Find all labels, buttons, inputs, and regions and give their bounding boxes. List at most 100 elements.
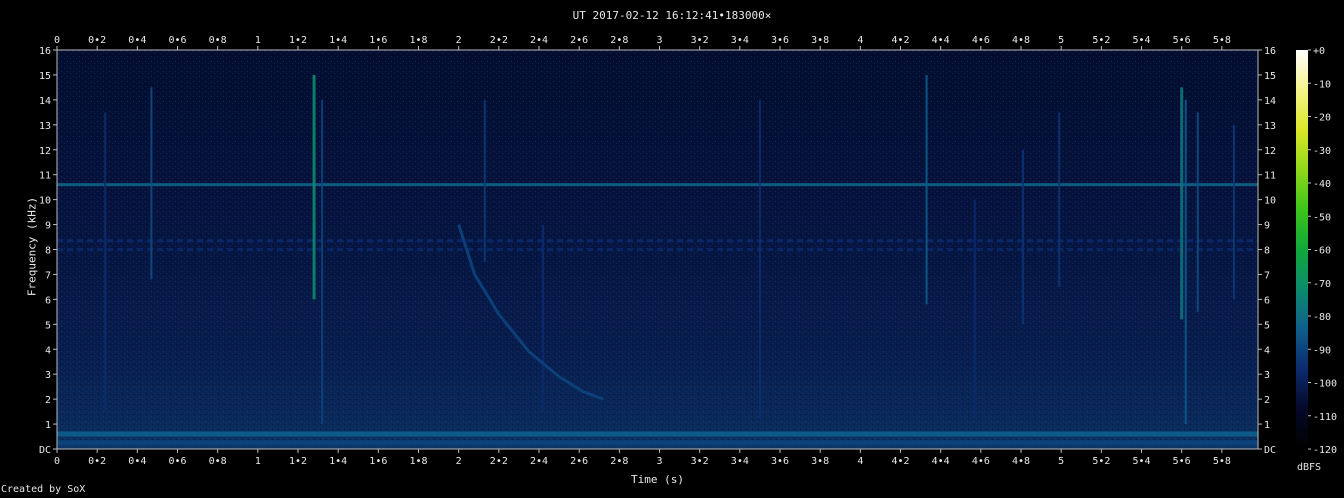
y-tick-label-left: 16 (39, 46, 51, 57)
y-tick-label-right: 1 (1264, 420, 1270, 431)
colorbar-tick-label: -120 (1313, 445, 1337, 456)
y-tick-label-right: 3 (1264, 370, 1270, 381)
y-tick-label-left: 10 (39, 196, 51, 207)
x-tick-label-top: 3•6 (771, 35, 789, 46)
x-tick-label-bottom: 5•4 (1132, 456, 1150, 467)
x-tick-label-bottom: 3•6 (771, 456, 789, 467)
x-tick-label-top: 0•4 (128, 35, 146, 46)
colorbar-tick-label: -30 (1313, 146, 1331, 157)
y-tick-label-right: 10 (1264, 196, 1276, 207)
colorbar-tick-label: -50 (1313, 212, 1331, 223)
y-tick-label-right: 2 (1264, 395, 1270, 406)
colorbar-tick-label: -110 (1313, 412, 1337, 423)
x-tick-label-top: 3•4 (731, 35, 749, 46)
x-tick-label-bottom: 3 (656, 456, 662, 467)
x-tick-label-top: 1 (255, 35, 261, 46)
x-tick-label-top: 3•8 (811, 35, 829, 46)
x-tick-label-bottom: 1 (255, 456, 261, 467)
y-tick-label-right: DC (1264, 445, 1276, 456)
x-tick-label-bottom: 5 (1058, 456, 1064, 467)
x-tick-label-bottom: 4 (857, 456, 863, 467)
x-tick-label-bottom: 0•2 (88, 456, 106, 467)
x-tick-label-bottom: 1•2 (289, 456, 307, 467)
y-tick-label-left: DC (39, 445, 51, 456)
x-tick-label-top: 4•4 (932, 35, 950, 46)
x-tick-label-bottom: 3•4 (731, 456, 749, 467)
x-tick-label-bottom: 3•2 (691, 456, 709, 467)
colorbar-tick-label: -80 (1313, 312, 1331, 323)
colorbar-tick-label: -10 (1313, 79, 1331, 90)
x-tick-label-top: 2•4 (530, 35, 548, 46)
x-tick-label-bottom: 0•8 (209, 456, 227, 467)
x-tick-label-top: 5•8 (1213, 35, 1231, 46)
x-tick-label-top: 5•4 (1132, 35, 1150, 46)
y-tick-label-right: 7 (1264, 270, 1270, 281)
x-tick-label-top: 0•8 (209, 35, 227, 46)
y-tick-label-right: 5 (1264, 320, 1270, 331)
y-tick-label-left: 4 (45, 345, 51, 356)
y-tick-label-left: 7 (45, 270, 51, 281)
chart-title: UT 2017-02-12 16:12:41•183000× (572, 9, 772, 22)
x-tick-label-bottom: 2•4 (530, 456, 548, 467)
y-tick-label-left: 13 (39, 121, 51, 132)
y-tick-label-right: 16 (1264, 46, 1276, 57)
y-tick-label-right: 8 (1264, 246, 1270, 257)
y-tick-label-right: 13 (1264, 121, 1276, 132)
colorbar-tick-label: -70 (1313, 279, 1331, 290)
spectrogram-chart: 000•20•20•40•40•60•60•80•8111•21•21•41•4… (39, 35, 1337, 467)
y-tick-label-right: 12 (1264, 146, 1276, 157)
x-tick-label-top: 2•2 (490, 35, 508, 46)
x-tick-label-bottom: 3•8 (811, 456, 829, 467)
x-tick-label-top: 4•2 (891, 35, 909, 46)
x-tick-label-bottom: 1•4 (329, 456, 347, 467)
colorbar-tick-label: -40 (1313, 179, 1331, 190)
y-tick-label-right: 9 (1264, 221, 1270, 232)
x-tick-label-bottom: 1•6 (369, 456, 387, 467)
y-tick-label-right: 15 (1264, 71, 1276, 82)
colorbar: +0 -10 -20 -30 -40 -50 -60 -70 -80 -90 -100 -110 -12… (1296, 46, 1337, 456)
credit-text: Created by SoX (1, 484, 86, 495)
x-tick-label-bottom: 0 (54, 456, 60, 467)
y-tick-label-right: 4 (1264, 345, 1270, 356)
x-tick-label-top: 1•6 (369, 35, 387, 46)
x-tick-label-top: 2•8 (610, 35, 628, 46)
x-tick-label-top: 3 (656, 35, 662, 46)
y-tick-label-left: 3 (45, 370, 51, 381)
x-tick-label-top: 4•8 (1012, 35, 1030, 46)
x-tick-label-top: 3•2 (691, 35, 709, 46)
x-tick-label-top: 5•6 (1173, 35, 1191, 46)
x-axis-label: Time (s) (631, 473, 684, 486)
y-tick-label-left: 5 (45, 320, 51, 331)
x-tick-label-bottom: 5•6 (1173, 456, 1191, 467)
x-tick-label-top: 0•6 (168, 35, 186, 46)
colorbar-unit-label: dBFS (1297, 462, 1322, 473)
y-tick-label-left: 1 (45, 420, 51, 431)
x-tick-label-top: 0•2 (88, 35, 106, 46)
x-tick-label-bottom: 0•4 (128, 456, 146, 467)
colorbar-tick-label: -100 (1313, 379, 1337, 390)
y-tick-label-left: 15 (39, 71, 51, 82)
x-tick-label-top: 1•2 (289, 35, 307, 46)
y-tick-label-left: 8 (45, 246, 51, 257)
colorbar-tick-label: -20 (1313, 113, 1331, 124)
y-tick-label-left: 12 (39, 146, 51, 157)
x-tick-label-bottom: 2•6 (570, 456, 588, 467)
x-tick-label-top: 4•6 (972, 35, 990, 46)
x-tick-label-bottom: 5•2 (1092, 456, 1110, 467)
x-tick-label-bottom: 4•8 (1012, 456, 1030, 467)
x-tick-label-top: 4 (857, 35, 863, 46)
y-tick-label-right: 11 (1264, 171, 1276, 182)
x-tick-label-top: 2 (456, 35, 462, 46)
x-tick-label-bottom: 2 (456, 456, 462, 467)
y-tick-label-left: 9 (45, 221, 51, 232)
x-tick-label-top: 5•2 (1092, 35, 1110, 46)
x-tick-label-bottom: 2•8 (610, 456, 628, 467)
colorbar-scale (1296, 50, 1308, 449)
x-tick-label-top: 0 (54, 35, 60, 46)
x-tick-label-top: 5 (1058, 35, 1064, 46)
x-tick-label-bottom: 0•6 (168, 456, 186, 467)
y-tick-label-right: 6 (1264, 295, 1270, 306)
y-tick-label-left: 14 (39, 96, 51, 107)
colorbar-tick-label: +0 (1313, 46, 1325, 57)
colorbar-tick-label: -60 (1313, 246, 1331, 257)
